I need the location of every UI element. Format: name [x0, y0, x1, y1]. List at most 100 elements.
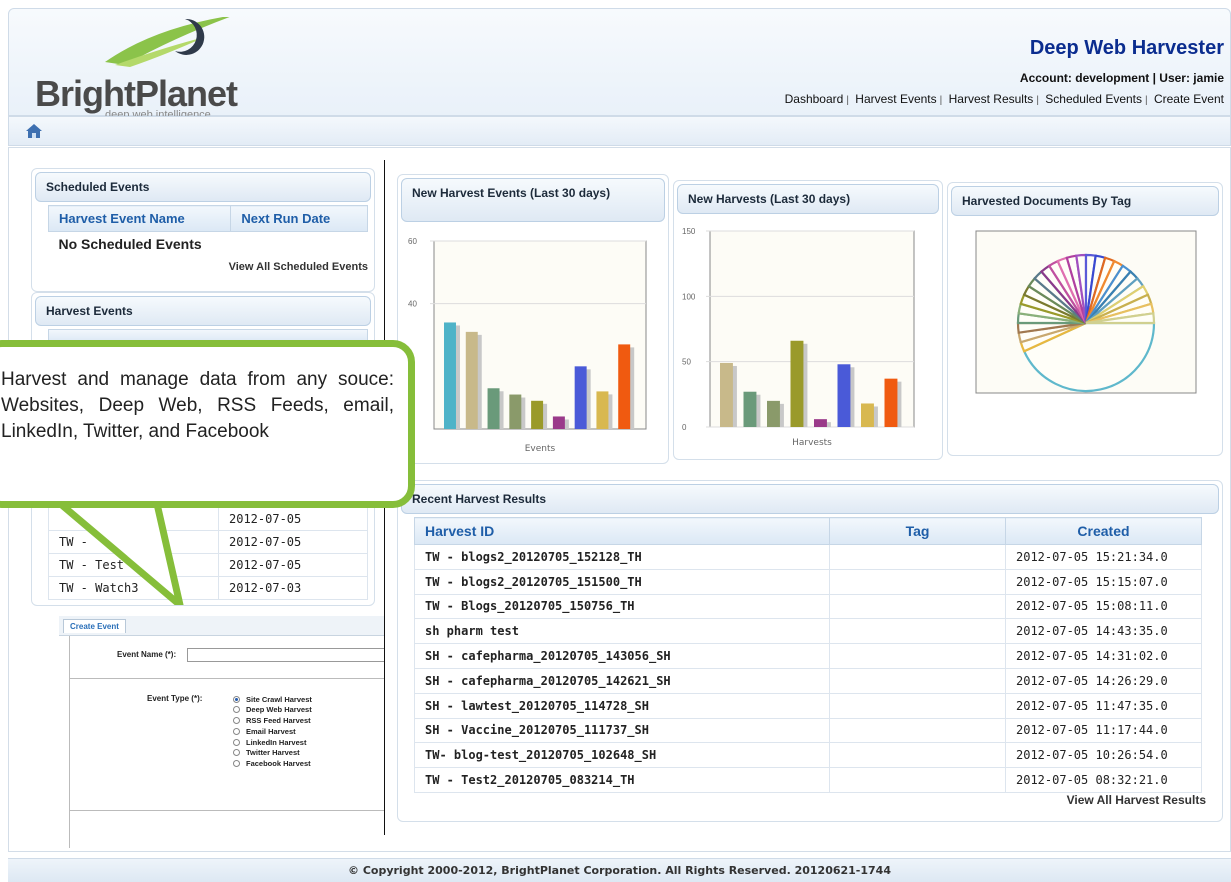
column-header[interactable]: Harvest Event Name	[47, 205, 232, 232]
event-type-option[interactable]: LinkedIn Harvest	[233, 737, 312, 747]
bar	[487, 388, 500, 429]
harvest-id-cell[interactable]: SH - cafepharma_20120705_142621_SH	[414, 667, 830, 694]
table-row[interactable]: SH - lawtest_20120705_114728_SH 2012-07-0…	[414, 692, 1202, 719]
event-type-label: Event Type (*):	[147, 694, 203, 703]
table-row[interactable]: sh pharm test 2012-07-05 14:43:35.0	[414, 618, 1202, 645]
event-name-label: Event Name (*):	[117, 650, 177, 659]
column-header-tag[interactable]: Tag	[829, 517, 1006, 545]
event-date-cell: 2012-07-05	[218, 530, 368, 554]
nav-create-event[interactable]: Create Event	[1154, 92, 1224, 106]
harvests-chart: 150 100 50 0 Harvests	[682, 227, 915, 448]
tag-cell	[829, 742, 1006, 769]
feature-callout: Harvest and manage data from any souce: …	[0, 340, 415, 508]
empty-message: No Scheduled Events	[58, 236, 202, 252]
event-date-cell: 2012-07-05	[218, 507, 368, 531]
panel-title: Recent Harvest Results	[401, 484, 1219, 514]
planet-swoosh-icon	[105, 17, 230, 67]
created-cell: 2012-07-05 15:21:34.0	[1005, 544, 1202, 570]
app-header: BrightPlanet deep web intelligence Deep …	[8, 8, 1231, 121]
bar	[596, 391, 609, 429]
harvest-id-cell[interactable]: TW - Test2_20120705_083214_TH	[414, 767, 830, 793]
nav-harvest-events[interactable]: Harvest Events	[855, 92, 936, 106]
new-harvests-chart-panel: New Harvests (Last 30 days) 150 100 50 0 Har…	[673, 180, 943, 460]
y-tick-label: 0	[682, 423, 687, 432]
copyright-text: © Copyright 2000-2012, BrightPlanet Corp…	[348, 864, 891, 877]
event-date-cell: 2012-07-03	[218, 576, 368, 600]
radio-button[interactable]	[233, 738, 240, 746]
x-axis-label: Events	[525, 444, 556, 454]
nav-scheduled-events[interactable]: Scheduled Events	[1045, 92, 1142, 106]
y-tick-label: 40	[408, 300, 417, 309]
bar	[509, 394, 522, 429]
harvest-id-cell[interactable]: TW - blogs2_20120705_152128_TH	[414, 544, 830, 570]
recent-results-table: Harvest ID Tag Created TW - blogs2_20120…	[414, 517, 1202, 793]
tab-create-event[interactable]: Create Event	[63, 619, 126, 633]
radio-button[interactable]	[233, 727, 240, 735]
bar	[884, 378, 898, 427]
option-label: Twitter Harvest	[246, 748, 300, 758]
harvest-id-cell[interactable]: SH - cafepharma_20120705_143056_SH	[414, 643, 830, 669]
radio-button[interactable]	[233, 717, 240, 725]
column-header-harvest-id[interactable]: Harvest ID	[414, 517, 830, 545]
event-type-option[interactable]: RSS Feed Harvest	[233, 716, 312, 726]
table-row[interactable]: TW - blogs2_20120705_152128_TH 2012-07-05…	[414, 544, 1202, 570]
tag-cell	[829, 692, 1006, 719]
nav-dashboard[interactable]: Dashboard	[785, 92, 844, 106]
table-row[interactable]: TW - blogs2_20120705_151500_TH 2012-07-05…	[414, 568, 1202, 595]
event-type-option[interactable]: Facebook Harvest	[233, 759, 312, 769]
table-row[interactable]: SH - cafepharma_20120705_142621_SH 2012-0…	[414, 667, 1202, 694]
radio-button[interactable]	[233, 706, 240, 714]
created-cell: 2012-07-05 08:32:21.0	[1005, 767, 1202, 793]
table-row[interactable]: TW- blog-test_20120705_102648_SH 2012-07-…	[414, 742, 1202, 769]
event-type-option[interactable]: Twitter Harvest	[233, 748, 312, 758]
harvest-id-cell[interactable]: sh pharm test	[414, 618, 830, 645]
event-name-input[interactable]	[187, 648, 385, 662]
radio-button[interactable]	[233, 695, 240, 703]
new-harvest-events-chart-panel: New Harvest Events (Last 30 days) 60 40 Ev…	[397, 174, 669, 464]
created-cell: 2012-07-05 10:26:54.0	[1005, 742, 1202, 769]
event-type-option[interactable]: Email Harvest	[233, 726, 312, 736]
bar	[465, 331, 478, 429]
option-label: Email Harvest	[246, 726, 296, 736]
bar	[814, 419, 827, 427]
created-cell: 2012-07-05 15:15:07.0	[1005, 568, 1202, 595]
recent-harvest-results-panel: Recent Harvest Results Harvest ID Tag Cr…	[397, 480, 1223, 822]
home-bar	[8, 116, 1231, 146]
nav-harvest-results[interactable]: Harvest Results	[949, 92, 1034, 106]
panel-title: Harvest Events	[35, 296, 371, 326]
harvest-id-cell[interactable]: TW - blogs2_20120705_151500_TH	[414, 568, 830, 595]
table-row[interactable]: TW - Test2_20120705_083214_TH 2012-07-05 …	[414, 767, 1202, 793]
bar	[618, 344, 631, 429]
tag-cell	[829, 618, 1006, 645]
harvest-id-cell[interactable]: SH - lawtest_20120705_114728_SH	[414, 692, 830, 719]
tag-cell	[829, 717, 1006, 744]
table-row[interactable]: SH - cafepharma_20120705_143056_SH 2012-0…	[414, 643, 1202, 669]
panel-title: Scheduled Events	[35, 172, 371, 202]
home-icon[interactable]	[25, 123, 43, 139]
harvest-id-cell[interactable]: SH - Vaccine_20120705_111737_SH	[414, 717, 830, 744]
bar	[790, 340, 804, 427]
tag-cell	[829, 667, 1006, 694]
brightplanet-logo[interactable]: BrightPlanet deep web intelligence	[35, 17, 255, 121]
table-row[interactable]: SH - Vaccine_20120705_111737_SH 2012-07-0…	[414, 717, 1202, 744]
created-cell: 2012-07-05 14:31:02.0	[1005, 643, 1202, 669]
view-all-scheduled-link[interactable]: View All Scheduled Events	[229, 261, 368, 273]
table-row[interactable]: TW - Blogs_20120705_150756_TH 2012-07-05 …	[414, 593, 1202, 620]
option-label: Facebook Harvest	[246, 759, 311, 769]
column-header-created[interactable]: Created	[1005, 517, 1202, 545]
account-info: Account: development | User: jamie	[1019, 71, 1224, 85]
bar	[767, 400, 780, 427]
option-label: Deep Web Harvest	[246, 705, 312, 715]
harvest-id-cell[interactable]: TW - Blogs_20120705_150756_TH	[414, 593, 830, 620]
event-type-option[interactable]: Site Crawl Harvest	[233, 694, 312, 704]
event-type-options: Site Crawl Harvest Deep Web Harvest RSS Fe…	[233, 694, 312, 770]
event-type-option[interactable]: Deep Web Harvest	[233, 705, 312, 715]
tag-cell	[829, 643, 1006, 669]
column-header[interactable]: Next Run Date	[230, 205, 368, 232]
event-date-cell: 2012-07-05	[218, 553, 368, 577]
harvest-id-cell[interactable]: TW- blog-test_20120705_102648_SH	[414, 742, 830, 769]
view-all-results-link[interactable]: View All Harvest Results	[1067, 793, 1206, 807]
radio-button[interactable]	[233, 749, 240, 757]
created-cell: 2012-07-05 15:08:11.0	[1005, 593, 1202, 620]
radio-button[interactable]	[233, 760, 240, 768]
